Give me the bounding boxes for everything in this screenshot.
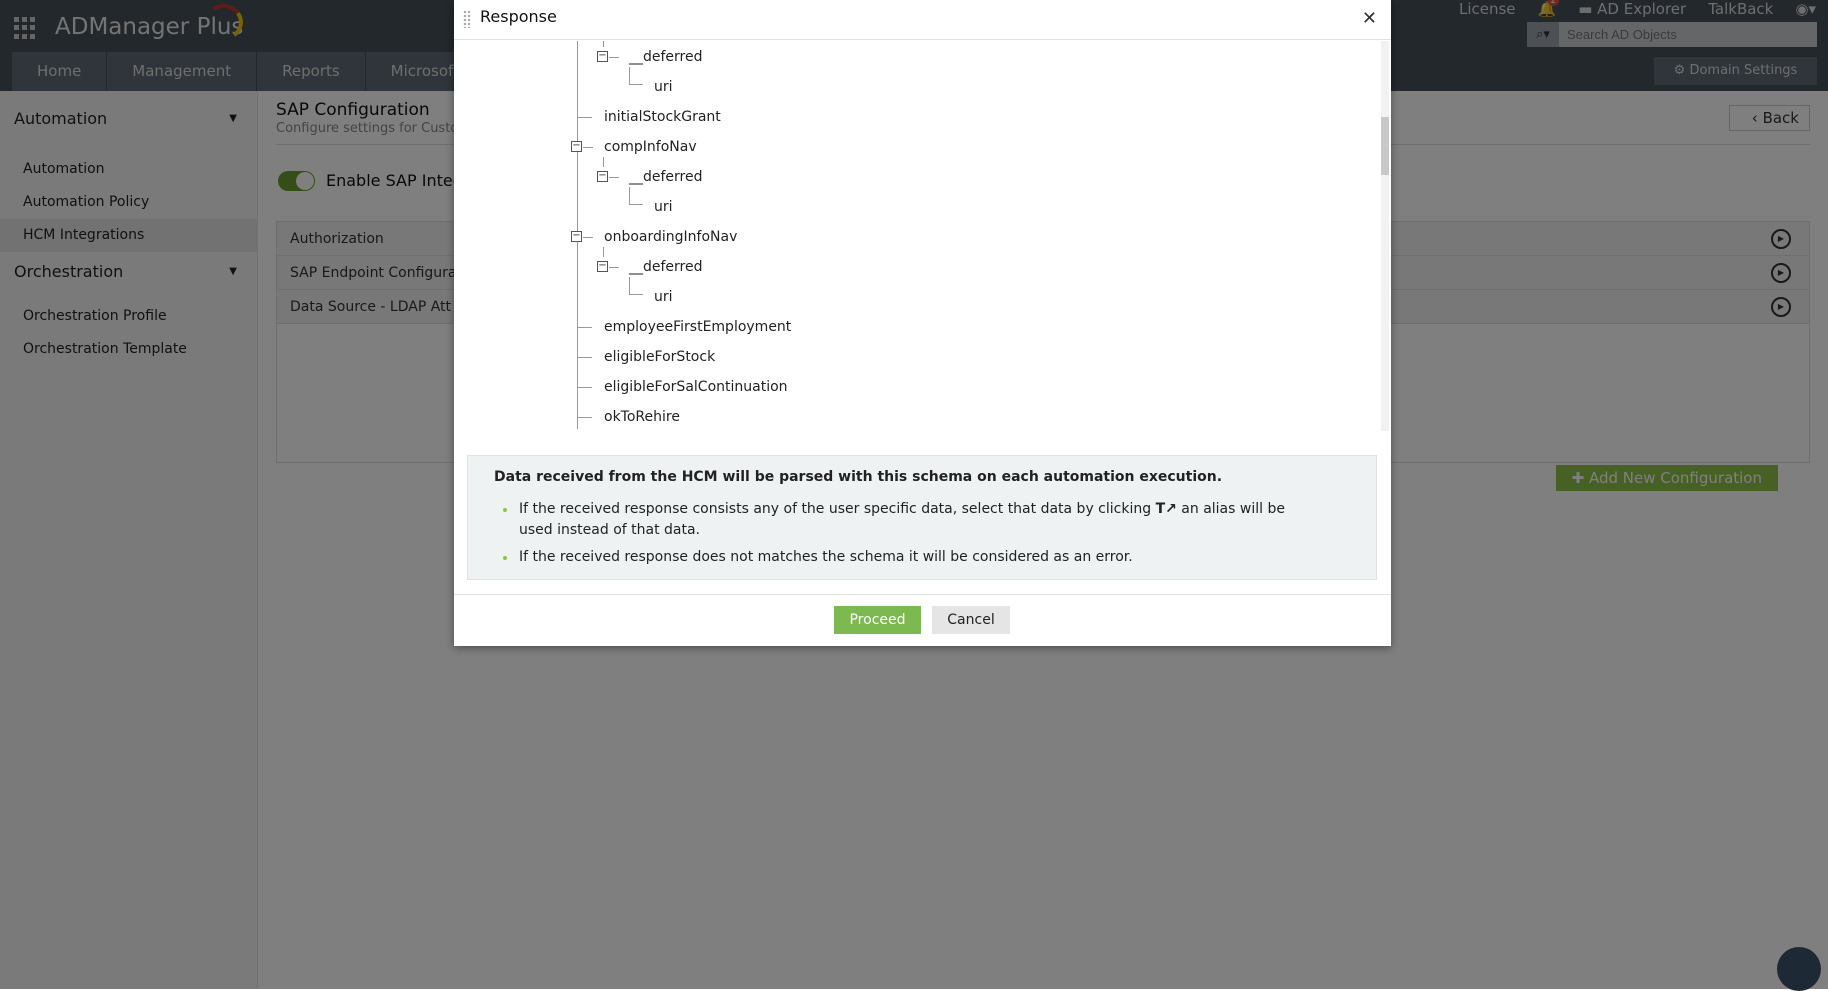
dialog-title: Response bbox=[480, 7, 557, 26]
collapse-icon[interactable]: − bbox=[597, 171, 608, 182]
tree-line bbox=[603, 247, 604, 257]
alias-icon: T↗ bbox=[1155, 501, 1177, 517]
tree-connector bbox=[578, 357, 592, 358]
tree-connector bbox=[578, 387, 592, 388]
tree-node[interactable]: eligibleForStock bbox=[604, 347, 715, 367]
info-item: If the received response does not matche… bbox=[503, 547, 1350, 568]
tree-node[interactable]: compInfoNav bbox=[604, 137, 697, 157]
info-item: If the received response consists any of… bbox=[503, 499, 1350, 541]
tree-node[interactable]: __deferred bbox=[629, 167, 703, 187]
tree-connector bbox=[609, 57, 619, 58]
tree-node[interactable]: initialStockGrant bbox=[604, 107, 721, 127]
scrollbar[interactable] bbox=[1381, 41, 1389, 431]
drag-handle-icon[interactable] bbox=[463, 10, 471, 28]
collapse-icon[interactable]: − bbox=[597, 51, 608, 62]
tree-line bbox=[603, 41, 604, 47]
tree-connector bbox=[629, 67, 643, 85]
cancel-button[interactable]: Cancel bbox=[932, 606, 1010, 634]
tree-node[interactable]: onboardingInfoNav bbox=[604, 227, 737, 247]
help-chat-icon[interactable] bbox=[1777, 947, 1821, 991]
tree-node[interactable]: uri bbox=[654, 197, 673, 217]
info-text: If the received response consists any of… bbox=[519, 501, 1152, 517]
tree-node[interactable]: uri bbox=[654, 77, 673, 97]
tree-node[interactable]: okToRehire bbox=[604, 407, 680, 427]
footer-divider bbox=[454, 594, 1391, 595]
tree-connector bbox=[629, 187, 643, 205]
tree-connector bbox=[609, 177, 619, 178]
collapse-icon[interactable]: − bbox=[571, 141, 582, 152]
tree-node[interactable]: __deferred bbox=[629, 257, 703, 277]
tree-line bbox=[603, 157, 604, 167]
tree-connector bbox=[578, 327, 592, 328]
info-box: Data received from the HCM will be parse… bbox=[467, 455, 1377, 580]
tree-node[interactable]: eligibleForSalContinuation bbox=[604, 377, 788, 397]
tree-connector bbox=[609, 267, 619, 268]
collapse-icon[interactable]: − bbox=[597, 261, 608, 272]
tree-node[interactable]: uri bbox=[654, 287, 673, 307]
tree-connector bbox=[583, 237, 593, 238]
proceed-button[interactable]: Proceed bbox=[834, 606, 921, 634]
tree-connector bbox=[578, 117, 592, 118]
tree-connector bbox=[629, 277, 643, 295]
tree-connector bbox=[583, 147, 593, 148]
tree-node[interactable]: __deferred bbox=[629, 47, 703, 67]
tree-connector bbox=[578, 417, 592, 418]
info-title: Data received from the HCM will be parse… bbox=[494, 469, 1223, 485]
response-dialog: Response ✕ − __deferred uri initialStockGra… bbox=[454, 0, 1391, 646]
close-icon[interactable]: ✕ bbox=[1362, 8, 1377, 29]
collapse-icon[interactable]: − bbox=[571, 231, 582, 242]
tree-node[interactable]: employeeFirstEmployment bbox=[604, 317, 791, 337]
scrollbar-thumb[interactable] bbox=[1381, 117, 1389, 175]
schema-tree: − __deferred uri initialStockGrant − compInfo… bbox=[454, 41, 1379, 431]
